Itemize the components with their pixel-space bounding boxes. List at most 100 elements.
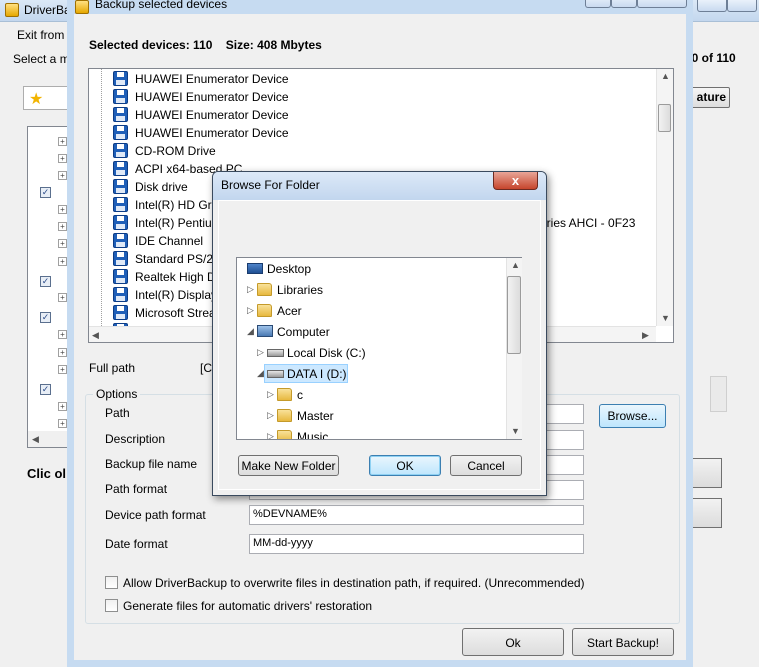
menu-exit[interactable]: Exit from (17, 28, 64, 42)
floppy-disk-icon (113, 71, 128, 86)
scroll-right-icon[interactable]: ▶ (642, 330, 649, 341)
expand-icon[interactable]: ▷ (247, 284, 254, 295)
select-prompt: Select a m (13, 52, 70, 66)
minimize-button[interactable] (697, 0, 727, 12)
floppy-disk-icon (113, 89, 128, 104)
minimize-button[interactable] (585, 0, 611, 8)
floppy-disk-icon (113, 305, 128, 320)
floppy-disk-icon (113, 197, 128, 212)
main-device-tree[interactable]: + + + ✓ + + + + ✓ + ✓ + + + ✓ + + (27, 126, 71, 448)
description-label: Description (105, 432, 166, 446)
scroll-left-icon[interactable]: ◀ (92, 330, 99, 341)
allow-overwrite-label: Allow DriverBackup to overwrite files in… (123, 576, 585, 590)
selected-size: Size: 408 Mbytes (225, 38, 322, 52)
main-tree-hscroll[interactable]: ◀ (28, 431, 70, 447)
tree-expander[interactable]: + (58, 365, 67, 374)
tree-expander[interactable]: + (58, 137, 67, 146)
user-folder-icon (257, 304, 272, 317)
options-title: Options (93, 387, 141, 401)
tree-expander[interactable]: + (58, 239, 67, 248)
allow-overwrite-checkbox[interactable] (105, 576, 118, 589)
folder-tree[interactable]: Desktop ▷ Libraries ▷ Acer ◢ Computer ▷ … (236, 257, 522, 440)
full-path-label: Full path (89, 361, 136, 375)
backup-file-name-label: Backup file name (105, 457, 198, 471)
desktop-icon (247, 263, 263, 274)
computer-icon (257, 325, 273, 337)
main-window-title: DriverBa (24, 3, 71, 17)
floppy-disk-icon (113, 215, 128, 230)
floppy-disk-icon (113, 233, 128, 248)
tree-expander[interactable]: + (58, 171, 67, 180)
date-format-input[interactable]: MM-dd-yyyy (249, 534, 584, 554)
expand-icon[interactable]: ▷ (267, 410, 274, 421)
hard-drive-icon (267, 370, 284, 378)
maximize-button[interactable] (611, 0, 637, 8)
path-format-label: Path format (105, 482, 168, 496)
expand-icon[interactable]: ▷ (267, 431, 274, 439)
close-button[interactable]: x (493, 172, 538, 190)
floppy-disk-icon (113, 107, 128, 122)
scroll-left-icon[interactable]: ◀ (32, 434, 39, 445)
tree-expander[interactable]: + (58, 419, 67, 428)
folder-icon (277, 409, 292, 422)
app-icon (5, 3, 19, 17)
close-button[interactable] (637, 0, 687, 8)
tree-checkbox[interactable]: ✓ (40, 187, 51, 198)
click-hint: Clic ol (27, 466, 67, 481)
device-path-format-label: Device path format (105, 508, 206, 522)
scroll-up-icon[interactable]: ▲ (511, 260, 520, 270)
device-row-partial-text: eries AHCI - 0F23 (540, 216, 636, 230)
folder-icon (277, 388, 292, 401)
tree-expander[interactable]: + (58, 222, 67, 231)
tree-guide-line (101, 69, 102, 342)
scroll-down-icon[interactable]: ▼ (511, 426, 520, 436)
ok-button[interactable]: Ok (462, 628, 564, 656)
path-label: Path (105, 406, 130, 420)
scroll-down-icon[interactable]: ▼ (661, 313, 670, 323)
backup-dialog-title: Backup selected devices (95, 0, 228, 11)
main-window-controls[interactable] (697, 0, 759, 18)
star-icon[interactable]: ★ (29, 89, 43, 109)
close-icon: x (511, 173, 520, 188)
expand-icon[interactable]: ▷ (247, 305, 254, 316)
tree-expander[interactable]: + (58, 330, 67, 339)
scroll-up-icon[interactable]: ▲ (661, 71, 670, 81)
browse-ok-button[interactable]: OK (369, 455, 441, 476)
tree-expander[interactable]: + (58, 348, 67, 357)
collapse-icon[interactable]: ◢ (247, 326, 254, 337)
collapse-icon[interactable]: ◢ (257, 368, 264, 379)
tree-expander[interactable]: + (58, 257, 67, 266)
generate-files-checkbox[interactable] (105, 599, 118, 612)
folder-icon (277, 430, 292, 439)
backup-app-icon (75, 0, 89, 14)
tree-expander[interactable]: + (58, 402, 67, 411)
main-right-scrollbar[interactable] (710, 376, 727, 412)
browse-cancel-button[interactable]: Cancel (450, 455, 522, 476)
tree-checkbox[interactable]: ✓ (40, 384, 51, 395)
floppy-disk-icon (113, 125, 128, 140)
folder-tree-scroll-thumb[interactable] (507, 276, 521, 354)
tree-expander[interactable]: + (58, 154, 67, 163)
expand-icon[interactable]: ▷ (267, 389, 274, 400)
device-list-scroll-thumb[interactable] (658, 104, 671, 132)
generate-files-label: Generate files for automatic drivers' re… (123, 599, 373, 613)
make-new-folder-button[interactable]: Make New Folder (238, 455, 339, 476)
tree-expander[interactable]: + (58, 205, 67, 214)
floppy-disk-icon (113, 251, 128, 266)
floppy-disk-icon (113, 143, 128, 158)
floppy-disk-icon (113, 161, 128, 176)
hard-drive-icon (267, 349, 284, 357)
expand-icon[interactable]: ▷ (257, 347, 264, 358)
browse-button[interactable]: Browse... (599, 404, 666, 428)
backup-window-controls (585, 0, 687, 8)
device-path-format-input[interactable]: %DEVNAME% (249, 505, 584, 525)
start-backup-button[interactable]: Start Backup! (572, 628, 674, 656)
browse-folder-title: Browse For Folder (221, 178, 320, 192)
tree-expander[interactable]: + (58, 293, 67, 302)
selection-summary: Selected devices: 110 Size: 408 Mbytes (89, 38, 322, 52)
maximize-button[interactable] (727, 0, 757, 12)
floppy-disk-icon (113, 179, 128, 194)
tree-checkbox[interactable]: ✓ (40, 312, 51, 323)
libraries-icon (257, 283, 272, 296)
tree-checkbox[interactable]: ✓ (40, 276, 51, 287)
